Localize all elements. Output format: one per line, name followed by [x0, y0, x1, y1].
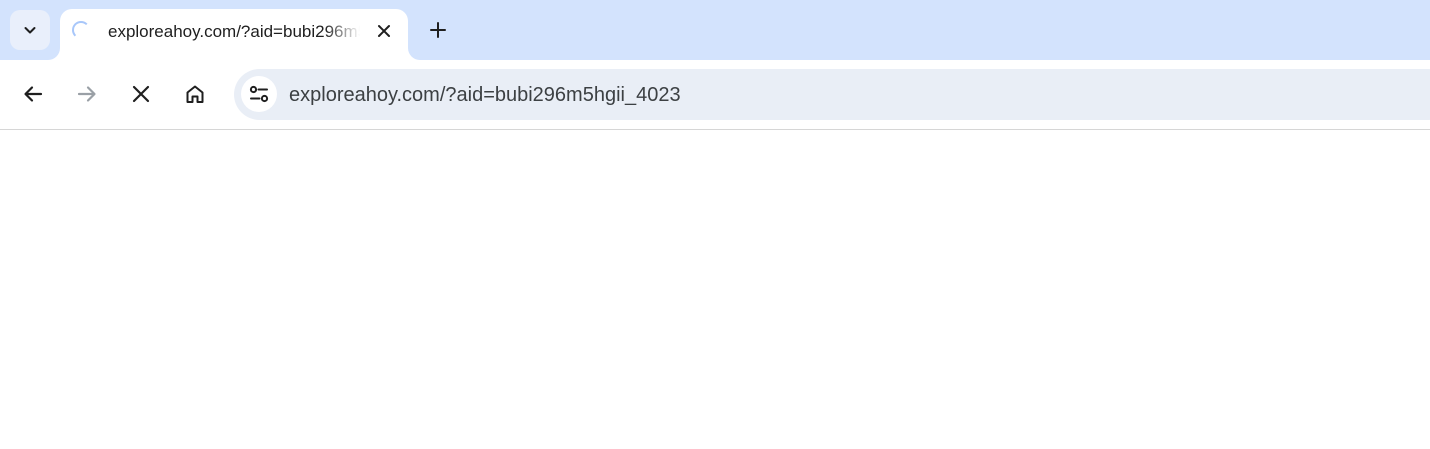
new-tab-button[interactable]	[420, 12, 456, 48]
home-icon	[184, 83, 206, 105]
toolbar: exploreahoy.com/?aid=bubi296m5hgii_4023	[0, 60, 1430, 130]
tab-search-button[interactable]	[10, 10, 50, 50]
loading-spinner-icon	[72, 21, 90, 39]
chevron-down-icon	[22, 22, 38, 38]
close-icon	[131, 84, 151, 104]
forward-button[interactable]	[68, 75, 106, 113]
page-content	[0, 130, 1430, 449]
address-bar[interactable]: exploreahoy.com/?aid=bubi296m5hgii_4023	[234, 69, 1430, 120]
url-text[interactable]: exploreahoy.com/?aid=bubi296m5hgii_4023	[289, 83, 681, 107]
stop-button[interactable]	[122, 75, 160, 113]
arrow-right-icon	[76, 83, 98, 105]
arrow-left-icon	[22, 83, 44, 105]
home-button[interactable]	[176, 75, 214, 113]
tab-strip: exploreahoy.com/?aid=bubi296m5hgii_4023	[0, 0, 1430, 60]
plus-icon	[429, 21, 447, 39]
tab-close-button[interactable]	[372, 19, 396, 43]
site-info-button[interactable]	[241, 76, 277, 112]
tab-title: exploreahoy.com/?aid=bubi296m5hgii_4023	[108, 22, 360, 41]
back-button[interactable]	[14, 75, 52, 113]
tab-active[interactable]: exploreahoy.com/?aid=bubi296m5hgii_4023	[60, 9, 408, 60]
close-icon	[377, 24, 391, 38]
browser-window: exploreahoy.com/?aid=bubi296m5hgii_4023	[0, 0, 1430, 449]
tune-icon	[248, 83, 270, 105]
